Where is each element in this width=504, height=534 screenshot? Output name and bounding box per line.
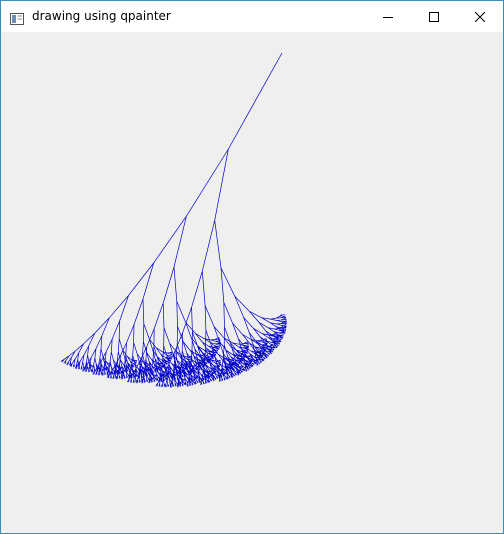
minimize-button[interactable] (365, 1, 411, 32)
app-icon (10, 10, 24, 25)
minimize-icon (383, 7, 393, 26)
window-title: drawing using qpainter (32, 9, 171, 23)
title-bar[interactable]: drawing using qpainter (1, 1, 503, 32)
tree-branches (60, 52, 288, 388)
close-button[interactable] (457, 1, 503, 32)
drawing-canvas-area (1, 32, 503, 533)
app-window: drawing using qpainter (0, 0, 504, 534)
maximize-button[interactable] (411, 1, 457, 32)
maximize-icon (429, 7, 439, 26)
fractal-tree-drawing (60, 52, 288, 388)
close-icon (474, 7, 486, 26)
